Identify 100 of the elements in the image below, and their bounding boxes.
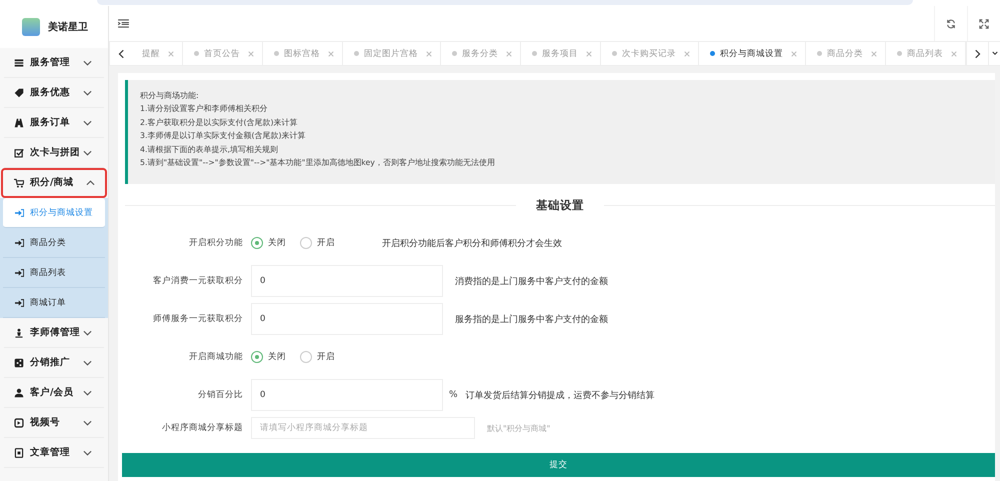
tab-label: 服务项目 (542, 48, 578, 60)
tab-label: 固定图片宫格 (364, 48, 418, 60)
play-icon (14, 418, 24, 428)
sidebar-item[interactable]: 次卡与拼团 (4, 138, 104, 168)
radio-option[interactable]: 开启 (300, 237, 335, 249)
close-icon[interactable] (426, 50, 432, 56)
radio-button[interactable] (251, 351, 263, 363)
sidebar-item[interactable]: 文章管理 (4, 438, 104, 468)
close-icon[interactable] (328, 50, 334, 56)
submenu-item[interactable]: 商城订单 (3, 288, 105, 318)
tag-icon (14, 88, 24, 98)
submit-button[interactable]: 提交 (122, 453, 995, 477)
unit-label: % (449, 390, 458, 400)
radio-option[interactable]: 关闭 (251, 351, 286, 363)
caret-icon (83, 150, 92, 156)
close-icon[interactable] (684, 50, 690, 56)
caret-icon (83, 330, 92, 336)
field-label: 开启商城功能 (188, 351, 244, 363)
list-icon (14, 58, 24, 68)
input-field[interactable]: 请填写小程序商城分享标题 (251, 417, 475, 439)
close-icon[interactable] (168, 50, 174, 56)
radio-label: 开启 (317, 237, 335, 249)
close-icon[interactable] (248, 50, 254, 56)
tab-label: 服务分类 (462, 48, 498, 60)
status-dot-icon (532, 51, 537, 56)
sidebar-item[interactable]: 分销推广 (4, 348, 104, 378)
sign-in-icon (15, 238, 24, 246)
hint-text: 开启积分功能后客户积分和师傅积分才会生效 (382, 238, 562, 250)
close-icon[interactable] (951, 50, 957, 56)
tab-label: 次卡购买记录 (622, 48, 676, 60)
field-label: 分销百分比 (197, 389, 244, 401)
submenu-item[interactable]: 商品列表 (3, 258, 105, 288)
caret-icon (86, 180, 95, 186)
sidebar-item[interactable]: 服务优惠 (4, 78, 104, 108)
expand-icon (979, 18, 989, 28)
close-icon[interactable] (791, 50, 797, 56)
tab[interactable]: 积分与商城设置 (699, 42, 806, 65)
input-field[interactable]: 0 (251, 379, 443, 411)
input-field[interactable]: 0 (251, 303, 443, 335)
field-label: 师傅服务一元获取积分 (152, 313, 244, 325)
status-dot-icon (452, 51, 457, 56)
close-icon[interactable] (586, 50, 592, 56)
caret-icon (83, 120, 92, 126)
hint-text: 默认"积分与商城" (487, 422, 550, 434)
checkbox-icon (14, 148, 24, 158)
caret-icon (83, 420, 92, 426)
document-icon (14, 448, 24, 458)
submenu-item[interactable]: 商品分类 (3, 228, 105, 258)
status-dot-icon (817, 51, 822, 56)
hint-text: 订单发货后结算分销提成，运费不参与分销结算 (466, 390, 655, 402)
sidebar-item[interactable]: 视频号 (4, 408, 104, 438)
sidebar-item[interactable]: 服务订单 (4, 108, 104, 138)
tab-label: 积分与商城设置 (720, 48, 783, 60)
hint-text: 服务指的是上门服务中客户支付的金额 (455, 314, 608, 326)
status-dot-icon (612, 51, 617, 56)
status-dot-icon (274, 51, 279, 56)
close-icon[interactable] (871, 50, 877, 56)
radio-button[interactable] (300, 237, 312, 249)
road-icon (14, 118, 24, 128)
sidebar-item[interactable]: 服务管理 (4, 48, 104, 78)
tab-label: 提醒 (142, 48, 160, 60)
logo-picture (22, 18, 40, 36)
radio-button[interactable] (251, 237, 263, 249)
caret-down-icon (992, 51, 998, 56)
caret-icon (83, 360, 92, 366)
status-dot-icon (897, 51, 902, 56)
tab-label: 商品列表 (907, 48, 943, 60)
radio-option[interactable]: 开启 (300, 351, 335, 363)
radio-label: 开启 (317, 351, 335, 363)
menu-icon[interactable] (118, 19, 129, 28)
field-label: 开启积分功能 (188, 237, 244, 249)
sign-in-icon (15, 268, 24, 276)
radio-button[interactable] (300, 351, 312, 363)
chevron-left-icon (118, 48, 124, 58)
caret-icon (83, 450, 92, 456)
tab-label: 图标宫格 (284, 48, 320, 60)
person-icon (14, 328, 24, 338)
caret-icon (83, 390, 92, 396)
sidebar-item[interactable]: 客户/会员 (4, 378, 104, 408)
input-field[interactable]: 0 (251, 265, 443, 297)
sign-in-icon (15, 298, 24, 306)
field-label: 客户消费一元获取积分 (152, 275, 244, 287)
section-title: 基础设置 (516, 198, 604, 214)
radio-label: 关闭 (268, 237, 286, 249)
caret-icon (83, 60, 92, 66)
sign-in-icon (15, 208, 24, 216)
tab-label: 首页公告 (204, 48, 240, 60)
chevron-right-icon (974, 48, 980, 58)
close-icon[interactable] (506, 50, 512, 56)
brand-name: 美诺星卫 (48, 20, 88, 34)
user-icon (14, 388, 24, 398)
submenu-item[interactable]: 积分与商城设置 (3, 198, 105, 228)
status-dot-icon (354, 51, 359, 56)
sidebar-item[interactable]: 李师傅管理 (4, 318, 104, 348)
refresh-icon (946, 18, 956, 28)
cart-icon (14, 178, 24, 188)
field-label: 小程序商城分享标题 (161, 422, 244, 434)
radio-option[interactable]: 关闭 (251, 237, 286, 249)
sidebar-item[interactable]: 积分/商城 (1, 168, 107, 198)
radio-label: 关闭 (268, 351, 286, 363)
